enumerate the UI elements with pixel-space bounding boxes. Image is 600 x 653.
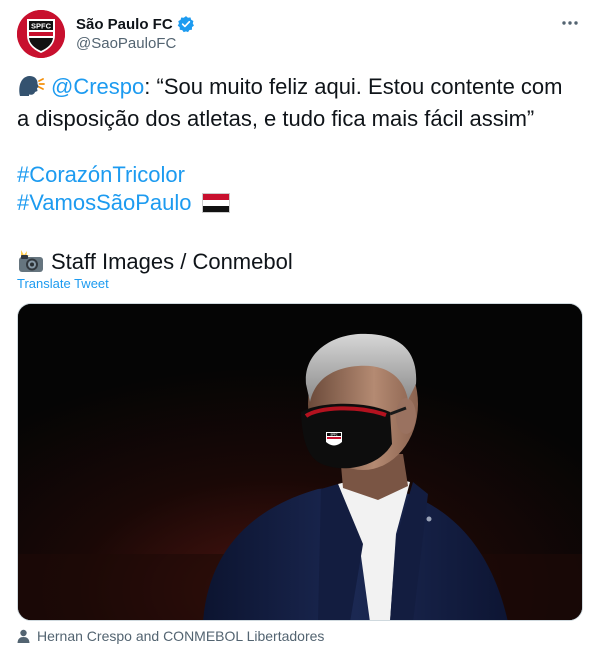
tweet-photo[interactable]: SPFC [17, 303, 583, 621]
translate-tweet-link[interactable]: Translate Tweet [17, 276, 109, 291]
person-icon [17, 629, 30, 643]
tweet-text: @Crespo: “Sou muito feliz aqui. Estou co… [17, 73, 587, 280]
hashtag-vamos-sao-paulo[interactable]: #VamosSãoPaulo [17, 190, 192, 215]
tweet-card: SPFC São Paulo FC @SaoPauloFC @Crespo: “… [0, 0, 600, 653]
mention-link[interactable]: @Crespo [51, 74, 144, 99]
hashtag-line-2: #VamosSãoPaulo [17, 189, 587, 220]
author-handle[interactable]: @SaoPauloFC [76, 35, 195, 52]
display-name-row: São Paulo FC [76, 14, 195, 34]
tagged-people[interactable]: Hernan Crespo and CONMEBOL Libertadores [17, 628, 324, 644]
more-icon[interactable] [559, 12, 581, 34]
credit-text: Staff Images / Conmebol [51, 249, 293, 274]
speaking-head-icon [17, 74, 45, 105]
hashtag-corazon-tricolor[interactable]: #CorazónTricolor [17, 162, 185, 187]
mask-badge-text: SPFC [331, 433, 338, 437]
quote-text-line2: a disposição dos atletas, e tudo fica ma… [17, 106, 535, 131]
hashtag-line-1: #CorazónTricolor [17, 161, 587, 189]
quote-text-line1: : “Sou muito feliz aqui. Estou contente … [144, 74, 563, 99]
avatar[interactable]: SPFC [17, 10, 65, 58]
verified-badge-icon [177, 15, 195, 33]
tweet-header: SPFC São Paulo FC @SaoPauloFC [17, 10, 583, 62]
paragraph-spacer-2 [17, 220, 587, 248]
avatar-text: SPFC [31, 22, 52, 31]
flag-icon [201, 192, 230, 220]
tweet-line-1: @Crespo: “Sou muito feliz aqui. Estou co… [17, 73, 587, 105]
author-names: São Paulo FC @SaoPauloFC [76, 14, 195, 52]
display-name[interactable]: São Paulo FC [76, 16, 173, 33]
tagged-people-text: Hernan Crespo and CONMEBOL Libertadores [37, 628, 325, 644]
